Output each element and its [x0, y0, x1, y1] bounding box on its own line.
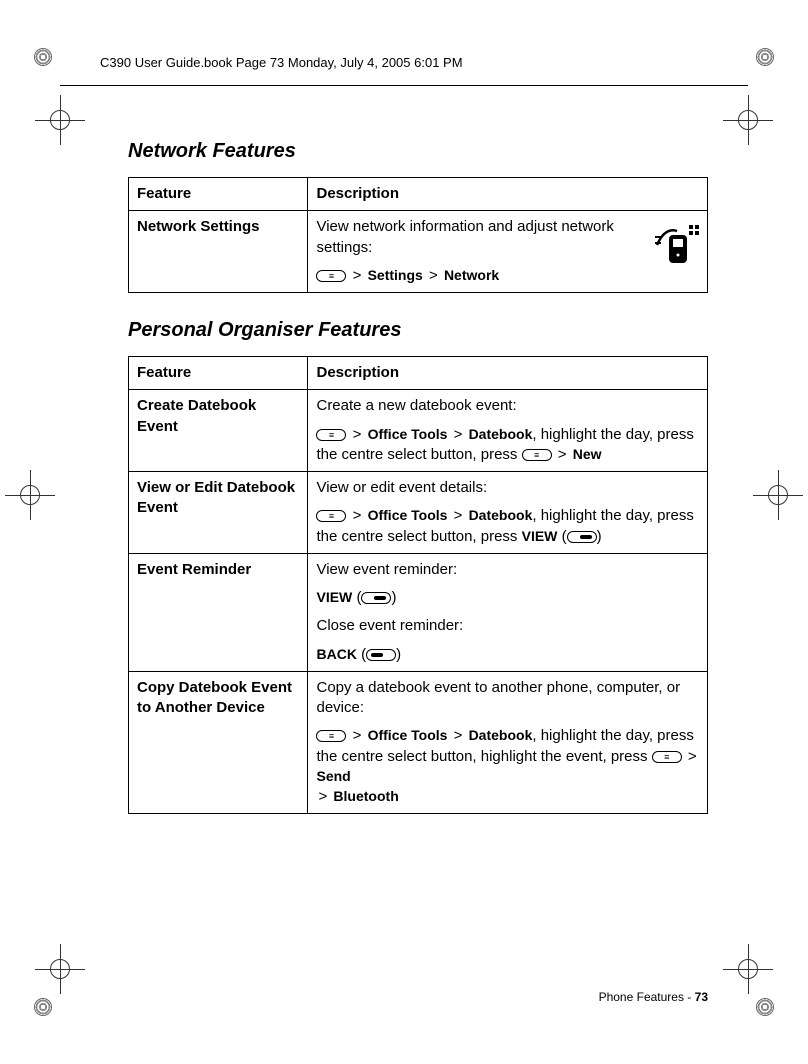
menu-path: > Office Tools > Datebook, highlight the… — [316, 726, 699, 807]
description-text: View or edit event details: — [316, 478, 699, 498]
crop-mark — [756, 998, 774, 1016]
separator: > — [353, 267, 362, 284]
section-title-network: Network Features — [128, 140, 708, 163]
separator: > — [318, 788, 327, 805]
paren-close: ) — [597, 528, 602, 545]
menu-key-icon — [652, 751, 682, 763]
menu-key-icon — [316, 270, 346, 282]
footer-label: Phone Features - — [599, 990, 695, 1004]
path-datebook: Datebook — [469, 426, 533, 442]
table-row: Create Datebook Event Create a new dateb… — [129, 390, 708, 472]
separator: > — [429, 267, 438, 284]
page-footer: Phone Features - 73 — [599, 990, 708, 1004]
menu-path: BACK () — [316, 645, 699, 665]
description-text: View network information and adjust netw… — [316, 217, 699, 258]
description-text: Create a new datebook event: — [316, 396, 699, 416]
back-label: BACK — [316, 646, 356, 662]
paren-close: ) — [391, 589, 396, 606]
separator: > — [454, 727, 463, 744]
page-header: C390 User Guide.book Page 73 Monday, Jul… — [100, 55, 708, 70]
feature-name: View or Edit Datebook Event — [129, 472, 308, 554]
paren-open: ( — [562, 528, 567, 545]
path-datebook: Datebook — [469, 727, 533, 743]
separator: > — [353, 426, 362, 443]
section-title-organiser: Personal Organiser Features — [128, 319, 708, 342]
table-row: Copy Datebook Event to Another Device Co… — [129, 671, 708, 814]
table-row: View or Edit Datebook Event View or edit… — [129, 472, 708, 554]
path-settings: Settings — [368, 267, 423, 283]
path-bluetooth: Bluetooth — [333, 788, 398, 804]
table-header-row: Feature Description — [129, 178, 708, 211]
menu-key-icon — [316, 429, 346, 441]
header-rule — [60, 85, 748, 86]
feature-description: Copy a datebook event to another phone, … — [308, 671, 708, 814]
feature-description: View event reminder: VIEW () Close event… — [308, 553, 708, 671]
feature-name: Copy Datebook Event to Another Device — [129, 671, 308, 814]
page-number: 73 — [695, 990, 708, 1004]
menu-path: > Office Tools > Datebook, highlight the… — [316, 506, 699, 547]
separator: > — [558, 446, 567, 463]
separator: > — [454, 426, 463, 443]
path-send: Send — [316, 768, 350, 784]
separator: > — [688, 748, 697, 765]
feature-name: Event Reminder — [129, 553, 308, 671]
path-new: New — [573, 446, 602, 462]
description-text: View event reminder: — [316, 560, 699, 580]
feature-description: Create a new datebook event: > Office To… — [308, 390, 708, 472]
feature-description: View or edit event details: > Office Too… — [308, 472, 708, 554]
feature-name: Network Settings — [129, 211, 308, 293]
menu-path: VIEW () — [316, 588, 699, 608]
crop-mark — [756, 48, 774, 66]
left-softkey-icon — [366, 649, 396, 661]
column-header-feature: Feature — [129, 178, 308, 211]
view-label: VIEW — [316, 589, 352, 605]
page-content: Network Features Feature Description Net… — [128, 130, 708, 984]
crop-mark — [34, 998, 52, 1016]
menu-key-icon — [316, 730, 346, 742]
table-row: Network Settings View networ — [129, 211, 708, 293]
network-icon — [649, 217, 701, 269]
menu-path: > Office Tools > Datebook, highlight the… — [316, 425, 699, 466]
feature-name: Create Datebook Event — [129, 390, 308, 472]
view-label: VIEW — [522, 528, 558, 544]
column-header-description: Description — [308, 178, 708, 211]
menu-key-icon — [316, 510, 346, 522]
paren-close: ) — [396, 646, 401, 663]
path-office: Office Tools — [368, 507, 448, 523]
menu-path: > Settings > Network — [316, 266, 699, 286]
feature-description: View network information and adjust netw… — [308, 211, 708, 293]
path-datebook: Datebook — [469, 507, 533, 523]
network-features-table: Feature Description Network Settings — [128, 177, 708, 293]
separator: > — [353, 507, 362, 524]
menu-key-icon — [522, 449, 552, 461]
right-softkey-icon — [567, 531, 597, 543]
path-network: Network — [444, 267, 499, 283]
description-text2: Close event reminder: — [316, 616, 699, 636]
crop-mark — [34, 48, 52, 66]
separator: > — [454, 507, 463, 524]
table-row: Event Reminder View event reminder: VIEW… — [129, 553, 708, 671]
description-text: Copy a datebook event to another phone, … — [316, 678, 699, 719]
separator: > — [353, 727, 362, 744]
organiser-features-table: Feature Description Create Datebook Even… — [128, 356, 708, 814]
column-header-description: Description — [308, 357, 708, 390]
right-softkey-icon — [361, 592, 391, 604]
path-office: Office Tools — [368, 727, 448, 743]
path-office: Office Tools — [368, 426, 448, 442]
table-header-row: Feature Description — [129, 357, 708, 390]
column-header-feature: Feature — [129, 357, 308, 390]
